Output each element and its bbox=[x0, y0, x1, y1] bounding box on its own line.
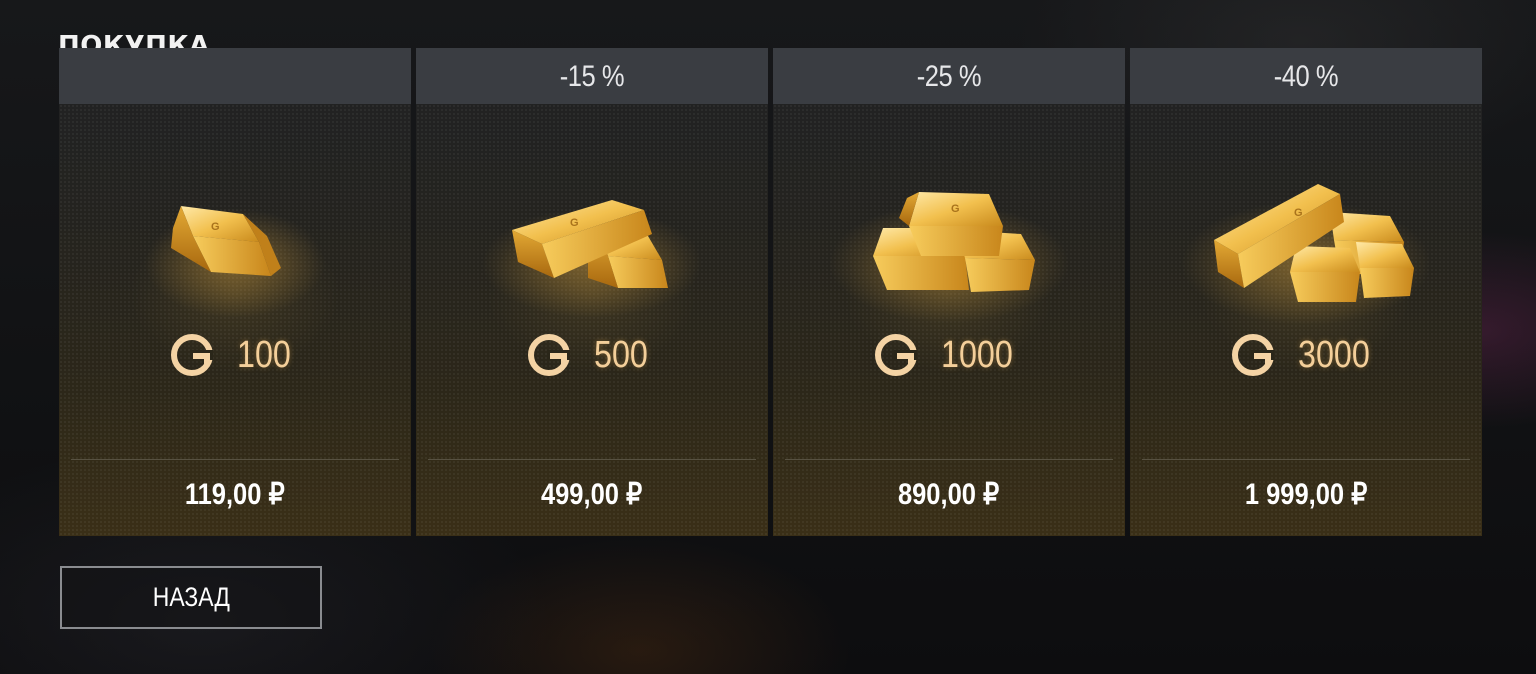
price-label: 1 999,00 ₽ bbox=[1130, 470, 1482, 520]
gold-bars-icon: G bbox=[1181, 184, 1431, 325]
price-label: 499,00 ₽ bbox=[416, 470, 768, 520]
price-value: 499,00 ₽ bbox=[541, 478, 643, 511]
price-label: 890,00 ₽ bbox=[773, 470, 1125, 520]
offer-card-100[interactable]: G 100 119,00 ₽ bbox=[59, 48, 411, 536]
price-value: 119,00 ₽ bbox=[185, 478, 285, 511]
amount-value: 100 bbox=[237, 333, 292, 376]
divider bbox=[1142, 459, 1470, 460]
screen-title: ПОКУПКА bbox=[58, 31, 210, 48]
divider bbox=[71, 459, 399, 460]
divider bbox=[785, 459, 1113, 460]
discount-label: -25 % bbox=[916, 60, 982, 93]
discount-header bbox=[59, 48, 411, 104]
gold-bars-icon: G bbox=[829, 192, 1069, 323]
amount-value: 1000 bbox=[940, 333, 1013, 376]
gold-coin-icon bbox=[171, 334, 214, 376]
offer-card-3000[interactable]: -40 % G 3000 1 999,00 ₽ bbox=[1130, 48, 1482, 536]
discount-header: -25 % bbox=[773, 48, 1125, 104]
gold-coin-icon bbox=[528, 334, 571, 376]
gold-amount: 500 bbox=[416, 330, 768, 380]
gold-coin-icon bbox=[1231, 334, 1274, 376]
price-label: 119,00 ₽ bbox=[59, 470, 411, 520]
back-button[interactable]: НАЗАД bbox=[60, 566, 322, 629]
back-button-label: НАЗАД bbox=[152, 582, 230, 612]
gold-bar-icon: G bbox=[145, 206, 325, 318]
price-value: 890,00 ₽ bbox=[898, 478, 1000, 511]
amount-value: 3000 bbox=[1297, 333, 1370, 376]
discount-label: -15 % bbox=[559, 60, 625, 93]
price-value: 1 999,00 ₽ bbox=[1244, 478, 1368, 511]
amount-value: 500 bbox=[594, 333, 649, 376]
discount-label: -40 % bbox=[1273, 60, 1339, 93]
divider bbox=[428, 459, 756, 460]
discount-header: -15 % bbox=[416, 48, 768, 104]
svg-text:G: G bbox=[951, 203, 960, 215]
gold-amount: 1000 bbox=[773, 330, 1125, 380]
offer-list: G 100 119,00 ₽ -15 % G 500 499,00 ₽ -25 … bbox=[59, 48, 1482, 536]
offer-card-500[interactable]: -15 % G 500 499,00 ₽ bbox=[416, 48, 768, 536]
gold-bars-icon: G bbox=[482, 200, 702, 318]
svg-text:G: G bbox=[570, 217, 579, 229]
offer-card-1000[interactable]: -25 % G 1000 890,00 ₽ bbox=[773, 48, 1125, 536]
gold-coin-icon bbox=[874, 334, 917, 376]
svg-text:G: G bbox=[211, 221, 220, 233]
gold-amount: 100 bbox=[59, 330, 411, 380]
gold-amount: 3000 bbox=[1130, 330, 1482, 380]
svg-text:G: G bbox=[1294, 207, 1303, 219]
discount-header: -40 % bbox=[1130, 48, 1482, 104]
